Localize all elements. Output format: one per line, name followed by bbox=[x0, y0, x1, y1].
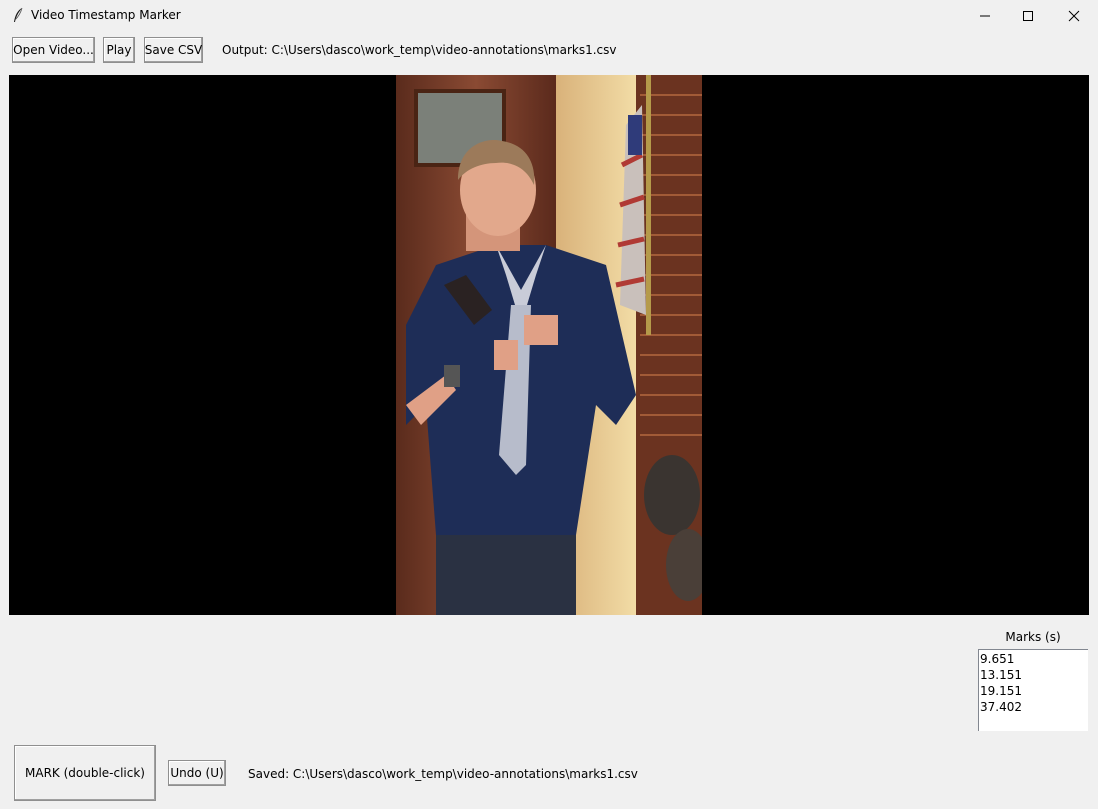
list-item[interactable]: 19.151 bbox=[980, 683, 1088, 699]
maximize-icon bbox=[1023, 10, 1033, 21]
close-icon bbox=[1068, 10, 1080, 21]
close-button[interactable] bbox=[1051, 0, 1097, 31]
maximize-button[interactable] bbox=[1005, 0, 1051, 31]
list-item[interactable]: 13.151 bbox=[980, 667, 1088, 683]
marks-listbox[interactable]: 9.651 13.151 19.151 37.402 bbox=[978, 649, 1088, 731]
window-title: Video Timestamp Marker bbox=[31, 8, 181, 22]
mark-button[interactable]: MARK (double-click) bbox=[14, 745, 156, 801]
list-item[interactable]: 9.651 bbox=[980, 651, 1088, 667]
play-button[interactable]: Play bbox=[103, 37, 135, 63]
list-item[interactable]: 37.402 bbox=[980, 699, 1088, 715]
video-frame bbox=[396, 75, 702, 615]
minimize-button[interactable] bbox=[962, 0, 1008, 31]
feather-icon bbox=[14, 7, 23, 22]
save-csv-button[interactable]: Save CSV bbox=[144, 37, 203, 63]
minimize-icon bbox=[980, 15, 990, 16]
output-path-label: Output: C:\Users\dasco\work_temp\video-a… bbox=[222, 43, 617, 57]
undo-button[interactable]: Undo (U) bbox=[168, 760, 226, 786]
open-video-button[interactable]: Open Video... bbox=[12, 37, 95, 63]
title-bar: Video Timestamp Marker bbox=[0, 0, 1098, 31]
video-canvas[interactable] bbox=[9, 75, 1089, 615]
marks-title: Marks (s) bbox=[1005, 630, 1061, 644]
saved-path-label: Saved: C:\Users\dasco\work_temp\video-an… bbox=[248, 767, 638, 781]
